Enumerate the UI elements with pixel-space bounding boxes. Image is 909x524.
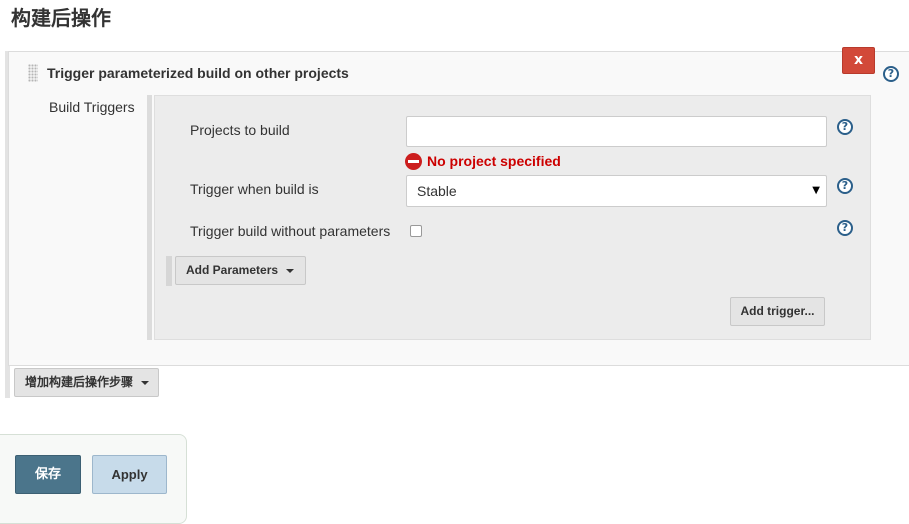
caret-down-icon: [141, 380, 150, 385]
validation-error: No project specified: [405, 152, 561, 170]
add-trigger-button[interactable]: Add trigger...: [730, 297, 825, 326]
error-message: No project specified: [427, 153, 561, 169]
build-triggers-bar: [147, 95, 152, 340]
add-post-build-step-label: 增加构建后操作步骤: [25, 375, 134, 389]
help-icon[interactable]: ?: [837, 178, 853, 194]
trigger-when-label: Trigger when build is: [190, 181, 319, 197]
build-triggers-label: Build Triggers: [49, 99, 135, 115]
help-icon[interactable]: ?: [883, 66, 899, 82]
apply-button[interactable]: Apply: [92, 455, 167, 494]
dropdown-arrow-icon: ▼: [812, 185, 820, 196]
delete-step-button[interactable]: x: [842, 47, 875, 74]
help-icon[interactable]: ?: [837, 119, 853, 135]
add-parameters-bar: [166, 256, 172, 286]
add-post-build-step-button[interactable]: 增加构建后操作步骤: [14, 368, 159, 397]
without-params-checkbox[interactable]: [410, 225, 422, 237]
caret-down-icon: [286, 268, 295, 273]
trigger-when-selected: Stable: [417, 183, 457, 199]
without-params-label: Trigger build without parameters: [190, 223, 391, 239]
trigger-when-select[interactable]: Stable ▼: [406, 175, 827, 207]
help-icon[interactable]: ?: [837, 220, 853, 236]
projects-to-build-label: Projects to build: [190, 122, 290, 138]
error-icon: [405, 152, 422, 170]
step-title: Trigger parameterized build on other pro…: [47, 65, 349, 81]
section-title: 构建后操作: [11, 6, 111, 30]
projects-to-build-input[interactable]: [406, 116, 827, 147]
save-button[interactable]: 保存: [15, 455, 81, 494]
drag-handle-icon[interactable]: [28, 64, 38, 82]
add-parameters-button[interactable]: Add Parameters: [175, 256, 306, 285]
add-parameters-label: Add Parameters: [186, 263, 279, 277]
